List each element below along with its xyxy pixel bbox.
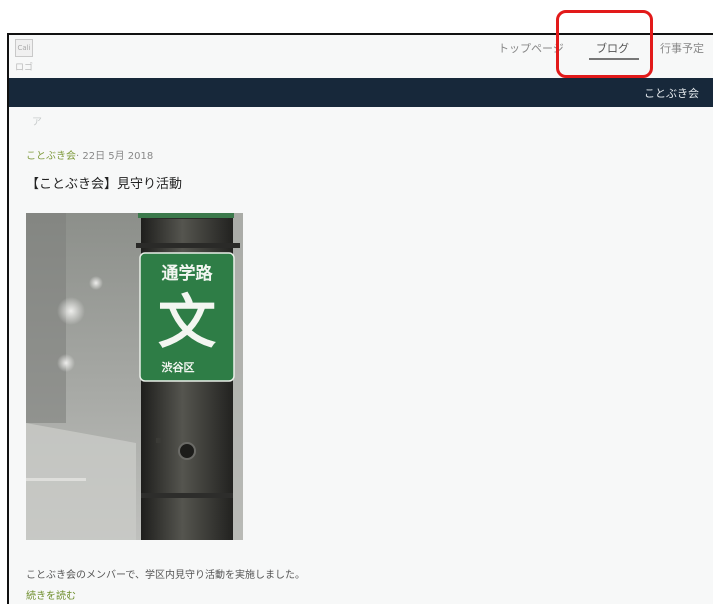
post-excerpt: ことぶき会のメンバーで、学区内見守り活動を実施しました。 [26,570,305,581]
logo-subtext: ロゴ [15,63,34,73]
post-meta: ことぶき会· 22日 5月 2018 [26,147,153,162]
sign-text-school-route: 通学路 [162,263,214,284]
nav-item-events[interactable]: 行事予定 [660,40,704,56]
sign-text-ward: 渋谷区 [162,360,195,374]
browser-page: Cali ロゴ トップページ ブログ 行事予定 ことぶき会 ア ことぶき会· 2… [7,33,713,604]
post-image[interactable]: 通学路 文 渋谷区 [26,213,243,540]
school-route-sign-photo: 通学路 文 渋谷区 [26,213,243,540]
read-more-link[interactable]: 続きを読む [26,587,76,602]
breadcrumb: ア [32,117,42,128]
highlight-annotation-box [556,10,653,78]
post-date: · 22日 5月 2018 [76,151,154,162]
logo-image[interactable]: Cali [15,39,33,57]
post-title[interactable]: 【ことぶき会】見守り活動 [26,173,182,192]
nav-item-top-page[interactable]: トップページ [498,40,564,56]
sign-symbol: 文 [158,288,216,356]
site-title[interactable]: ことぶき会 [644,85,699,101]
site-header-bar: ことぶき会 [9,78,713,107]
post-author-link[interactable]: ことぶき会 [26,151,76,162]
